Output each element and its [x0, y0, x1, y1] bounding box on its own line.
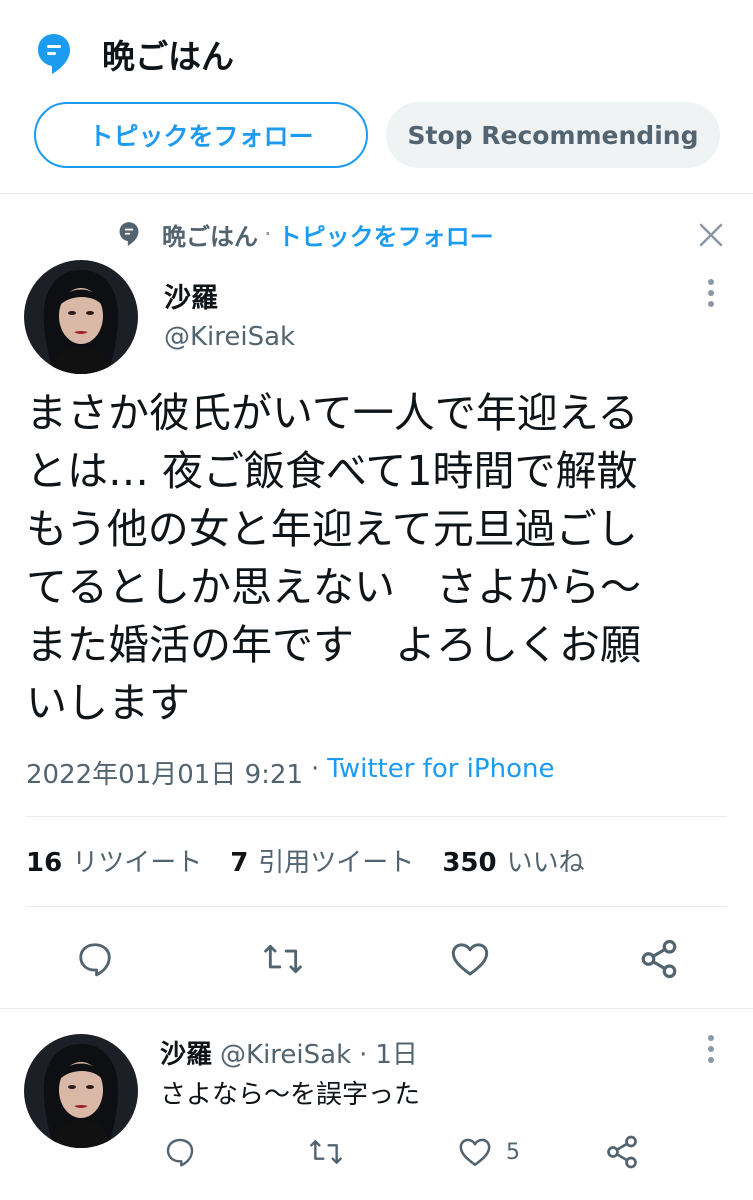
- context-separator: ·: [264, 220, 272, 248]
- quote-label[interactable]: 引用ツイート: [258, 842, 414, 879]
- user-handle[interactable]: @KireiSak: [164, 322, 295, 352]
- tweet-meta: 2022年01月01日 9:21 · Twitter for iPhone: [26, 754, 554, 791]
- like-icon[interactable]: [450, 940, 490, 978]
- reply-time[interactable]: 1日: [375, 1034, 418, 1071]
- divider: [26, 906, 727, 907]
- like-button[interactable]: 5: [458, 1136, 520, 1168]
- like-label[interactable]: いいね: [507, 842, 585, 879]
- like-icon: [458, 1136, 492, 1168]
- reply-header: 沙羅 @KireiSak · 1日: [160, 1034, 418, 1071]
- topic-title-row: 晩ごはん: [36, 28, 234, 80]
- avatar[interactable]: [24, 1034, 138, 1148]
- topic-title: 晩ごはん: [102, 37, 234, 76]
- topic-icon: [118, 221, 140, 247]
- topic-icon: [36, 31, 74, 77]
- context-follow-link[interactable]: トピックをフォロー: [278, 217, 494, 252]
- tweet-stats: 16 リツイート 7 引用ツイート 350 いいね: [26, 842, 585, 879]
- share-icon[interactable]: [638, 938, 680, 980]
- tweet-date[interactable]: 2022年01月01日 9:21: [26, 754, 303, 791]
- divider: [26, 816, 727, 817]
- reply-icon[interactable]: [164, 1136, 196, 1168]
- meta-separator: ·: [311, 754, 320, 784]
- quote-count[interactable]: 7: [230, 848, 248, 878]
- retweet-count[interactable]: 16: [26, 848, 62, 878]
- like-count[interactable]: 350: [442, 848, 496, 878]
- topic-header: 晩ごはん トピックをフォロー Stop Recommending: [0, 0, 753, 194]
- stop-recommending-button[interactable]: Stop Recommending: [386, 102, 720, 168]
- follow-topic-button[interactable]: トピックをフォロー: [34, 102, 368, 168]
- reply-divider: [0, 1008, 753, 1009]
- close-icon[interactable]: [698, 222, 724, 248]
- reply-separator: ·: [359, 1040, 368, 1070]
- reply-icon[interactable]: [76, 940, 114, 978]
- tweet-source[interactable]: Twitter for iPhone: [327, 754, 554, 791]
- retweet-icon[interactable]: [308, 1136, 344, 1168]
- more-icon[interactable]: [707, 279, 715, 307]
- tweet-text: まさか彼氏がいて一人で年迎える とは… 夜ご飯食べて1時間で解散 もう他の女と年…: [26, 389, 641, 727]
- context-topic-link[interactable]: 晩ごはん: [162, 217, 258, 252]
- avatar[interactable]: [24, 260, 138, 374]
- reply-handle[interactable]: @KireiSak: [220, 1040, 351, 1070]
- reply-text: さよなら〜を誤字った: [160, 1080, 421, 1110]
- tweet-topic-context: 晩ごはん · トピックをフォロー: [118, 216, 494, 252]
- more-icon[interactable]: [707, 1035, 715, 1063]
- reply-like-count: 5: [506, 1139, 520, 1165]
- share-icon[interactable]: [604, 1134, 640, 1170]
- retweet-label[interactable]: リツイート: [72, 842, 202, 879]
- reply-display-name[interactable]: 沙羅: [160, 1034, 212, 1071]
- display-name[interactable]: 沙羅: [164, 276, 218, 315]
- retweet-icon[interactable]: [262, 940, 304, 978]
